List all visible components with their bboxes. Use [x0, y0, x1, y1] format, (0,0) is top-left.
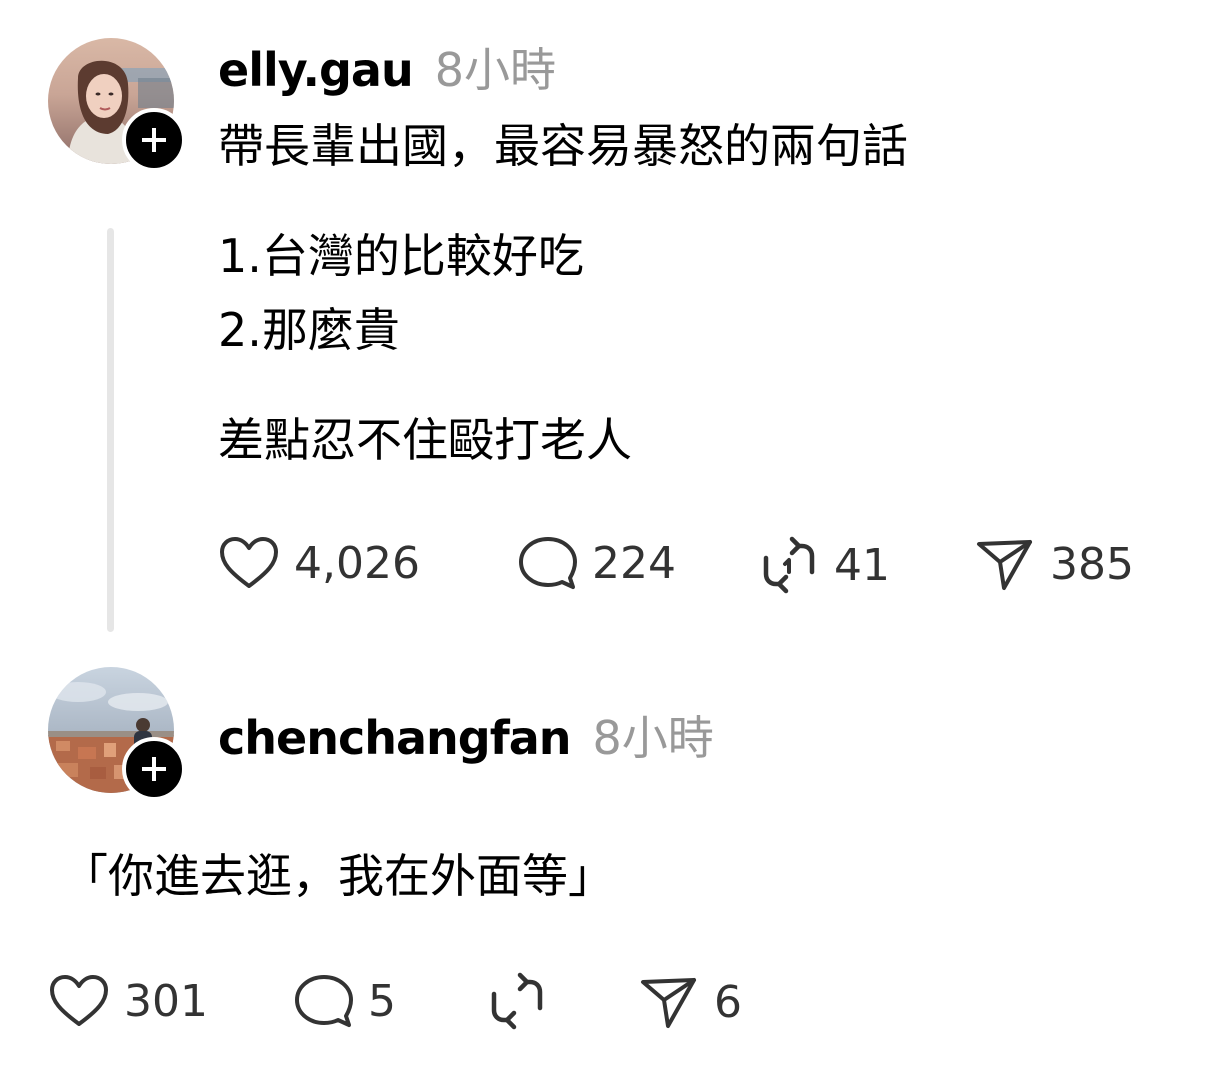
comment-icon: [295, 975, 353, 1027]
comment-icon: [519, 537, 577, 589]
username[interactable]: elly.gau: [218, 43, 414, 97]
post-text-line: 帶長輩出國，最容易暴怒的兩句話: [218, 119, 908, 173]
like-button[interactable]: 301: [48, 972, 208, 1030]
send-icon: [641, 978, 696, 1028]
heart-icon: [220, 537, 278, 588]
follow-button[interactable]: [122, 737, 186, 801]
username[interactable]: chenchangfan: [218, 711, 571, 765]
timestamp[interactable]: 8小時: [435, 34, 556, 100]
send-icon: [977, 540, 1032, 590]
like-count: 301: [124, 975, 208, 1027]
comment-count: 224: [592, 537, 676, 589]
comment-count: 5: [368, 975, 396, 1027]
follow-button[interactable]: [122, 108, 186, 172]
comment-button[interactable]: 5: [292, 972, 396, 1030]
repost-icon: [491, 972, 543, 1030]
post-header: elly.gau 8小時: [218, 34, 556, 100]
repost-icon: [763, 536, 815, 594]
repost-count: 41: [834, 539, 890, 591]
post-text-line: 1.台灣的比較好吃: [218, 229, 584, 283]
comment-button[interactable]: 224: [516, 534, 676, 592]
share-count: 385: [1050, 538, 1134, 590]
plus-icon: [142, 757, 166, 781]
repost-button[interactable]: 41: [758, 534, 890, 596]
plus-icon: [142, 128, 166, 152]
share-button[interactable]: 385: [974, 534, 1134, 594]
post-text-line: 差點忍不住毆打老人: [218, 413, 632, 467]
post-header: chenchangfan 8小時: [218, 702, 714, 768]
post-text-line: 「你進去逛，我在外面等」: [62, 849, 614, 903]
post-text-line: 2.那麼貴: [218, 303, 400, 357]
timestamp[interactable]: 8小時: [593, 702, 714, 768]
thread-connector-line: [107, 228, 114, 632]
like-count: 4,026: [294, 537, 420, 589]
share-button[interactable]: 6: [638, 972, 742, 1032]
heart-icon: [50, 975, 108, 1026]
share-count: 6: [714, 976, 742, 1028]
repost-button[interactable]: [486, 970, 562, 1032]
like-button[interactable]: 4,026: [218, 534, 420, 592]
